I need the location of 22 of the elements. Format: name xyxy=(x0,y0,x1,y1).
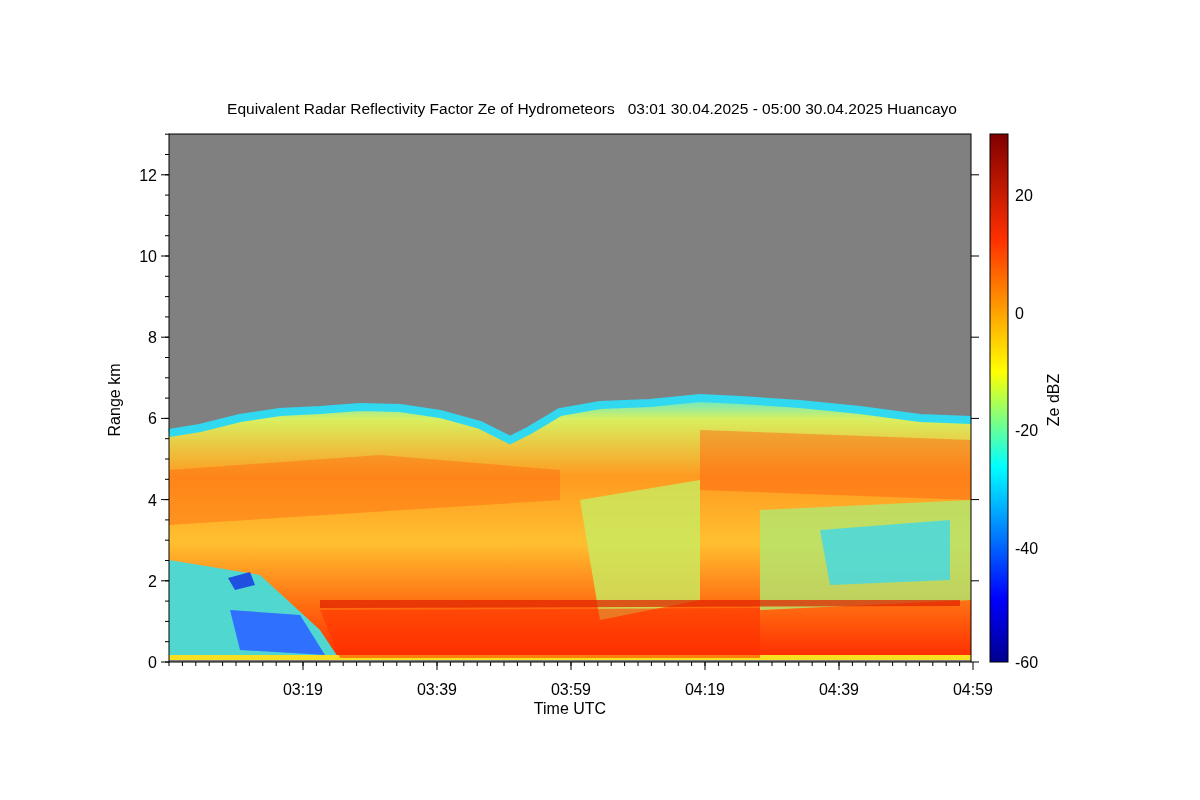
colorbar-tick-label: -20 xyxy=(1015,422,1039,439)
colorbar-tick-label: 20 xyxy=(1015,187,1033,204)
y-tick-label: 4 xyxy=(148,491,157,509)
y-axis-label: Range km xyxy=(106,363,123,437)
y-tick-label: 12 xyxy=(139,166,157,184)
x-tick-label: 03:39 xyxy=(417,681,457,698)
y-tick-label: 8 xyxy=(148,329,157,347)
colorbar-tick-label: 0 xyxy=(1015,304,1024,322)
chart-title: Equivalent Radar Reflectivity Factor Ze of Hydrometeors 03:01 30.04.2025 - 05:00 30.04.2025 Huancayo xyxy=(227,100,957,117)
colorbar-tick-label: -60 xyxy=(1015,654,1039,671)
colorbar-tick-label: -40 xyxy=(1015,539,1039,557)
y-tick-label: 2 xyxy=(148,572,157,590)
colorbar-label: Ze dBZ xyxy=(1045,373,1062,427)
y-tick-label: 6 xyxy=(148,410,157,428)
x-axis-label: Time UTC xyxy=(533,700,607,717)
x-tick-label: 04:59 xyxy=(953,681,993,698)
x-tick-label: 03:19 xyxy=(283,681,323,698)
y-tick-label: 10 xyxy=(139,248,157,265)
y-tick-label: 0 xyxy=(148,654,157,671)
x-tick-label: 03:59 xyxy=(551,681,591,698)
x-tick-label: 04:39 xyxy=(819,681,859,698)
x-tick-label: 04:19 xyxy=(685,681,725,698)
